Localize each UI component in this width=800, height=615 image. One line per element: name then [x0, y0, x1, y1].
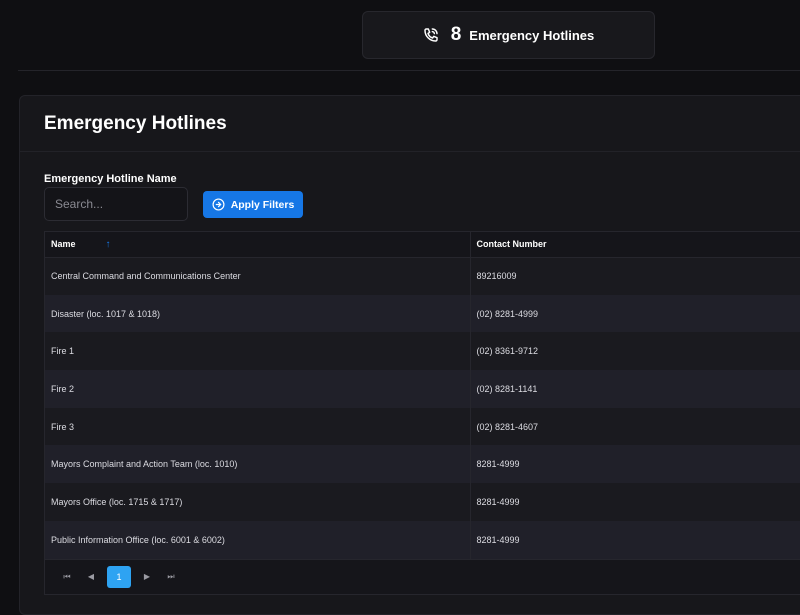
cell-name: Fire 2 — [45, 370, 471, 408]
hotlines-table: Name ↑ Contact Number Central Command and… — [44, 231, 800, 595]
hotlines-panel: Emergency Hotlines Emergency Hotline Nam… — [19, 95, 800, 615]
arrow-circle-right-icon — [212, 198, 225, 211]
cell-contact: (02) 8281-4999 — [476, 308, 539, 319]
cell-contact: 8281-4999 — [476, 496, 520, 507]
filter-label: Emergency Hotline Name — [44, 173, 177, 185]
cell-contact: 89216009 — [476, 271, 517, 282]
page-title: Emergency Hotlines — [44, 113, 227, 134]
apply-filters-button[interactable]: Apply Filters — [203, 191, 303, 218]
cell-contact: 8281-4999 — [476, 459, 520, 470]
cell-name: Mayors Complaint and Action Team (loc. 1… — [45, 445, 471, 484]
cell-contact: 8281-4999 — [476, 534, 520, 545]
hotline-count-label: Emergency Hotlines — [469, 27, 595, 43]
phone-call-icon — [423, 28, 438, 42]
table-row[interactable]: Public Information Office (loc. 6001 & 6… — [45, 520, 800, 559]
cell-name: Fire 1 — [45, 332, 471, 371]
table-row[interactable]: Fire 1 (02) 8361-9712 — [45, 332, 800, 371]
pagination: ⏮ ◀ 1 ▶ ⏭ — [45, 558, 800, 594]
cell-contact: (02) 8281-4607 — [476, 421, 539, 432]
sort-ascending-icon[interactable]: ↑ — [106, 239, 111, 250]
page-button-1[interactable]: 1 — [107, 565, 131, 588]
table-row[interactable]: Fire 2 (02) 8281-1141 — [45, 370, 800, 408]
previous-page-icon[interactable]: ◀ — [79, 565, 103, 589]
first-page-icon[interactable]: ⏮ — [55, 565, 79, 589]
table-header-row: Name ↑ Contact Number — [45, 232, 800, 258]
column-header-name[interactable]: Name ↑ — [45, 232, 471, 258]
table-row[interactable]: Central Command and Communications Cente… — [45, 257, 800, 295]
table-row[interactable]: Disaster (loc. 1017 & 1018) (02) 8281-499… — [45, 294, 800, 333]
search-input[interactable] — [44, 187, 188, 221]
hotline-count: 8 — [450, 24, 462, 45]
cell-name: Central Command and Communications Cente… — [45, 257, 471, 295]
cell-contact: (02) 8361-9712 — [476, 346, 539, 357]
cell-contact: (02) 8281-1141 — [476, 383, 538, 394]
cell-name: Disaster (loc. 1017 & 1018) — [45, 294, 471, 333]
cell-name: Fire 3 — [45, 407, 471, 446]
table-row[interactable]: Mayors Complaint and Action Team (loc. 1… — [45, 445, 800, 484]
table-row[interactable]: Fire 3 (02) 8281-4607 — [45, 407, 800, 446]
top-bar: 8 Emergency Hotlines — [18, 0, 800, 71]
hotline-count-card: 8 Emergency Hotlines — [362, 11, 655, 59]
cell-name: Mayors Office (loc. 1715 & 1717) — [45, 483, 471, 521]
column-header-contact[interactable]: Contact Number — [470, 232, 800, 258]
table-row[interactable]: Mayors Office (loc. 1715 & 1717) 8281-499… — [45, 483, 800, 521]
next-page-icon[interactable]: ▶ — [135, 565, 159, 589]
apply-filters-label: Apply Filters — [230, 198, 295, 211]
panel-header: Emergency Hotlines — [20, 96, 800, 152]
cell-name: Public Information Office (loc. 6001 & 6… — [45, 520, 471, 559]
last-page-icon[interactable]: ⏭ — [159, 565, 183, 589]
